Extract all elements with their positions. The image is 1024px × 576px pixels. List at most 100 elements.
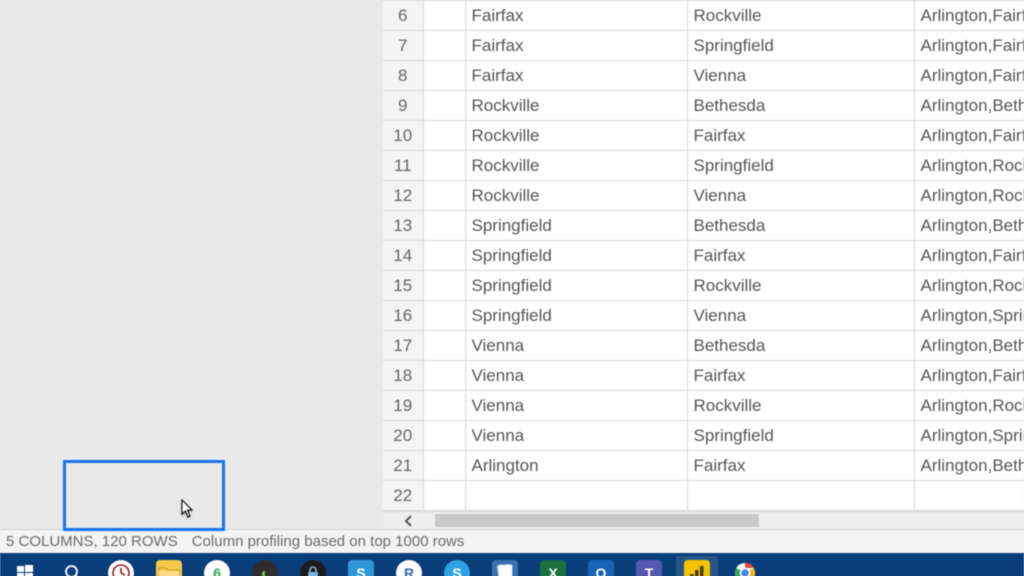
cell-col-a[interactable]: Fairfax [465,1,687,31]
table-row[interactable]: 8 FairfaxViennaArlington,Fairfa [383,61,1024,91]
cell-col-a[interactable]: Rockville [465,121,687,151]
table-row[interactable]: 7 FairfaxSpringfieldArlington,Fairfa [383,31,1024,61]
row-number[interactable]: 12 [383,181,423,211]
cell-col-b[interactable]: Bethesda [687,91,914,121]
row-number[interactable]: 9 [383,91,423,121]
power-bi-icon[interactable] [676,556,718,576]
cell-col-c[interactable]: Arlington,Fairfa [914,241,1024,271]
row-number[interactable]: 19 [383,391,423,421]
data-grid[interactable]: 6FairfaxRockvilleArlington,Fairfa7Fairfa… [383,0,1024,529]
cell-col-b[interactable]: Springfield [687,151,914,181]
table-row[interactable]: 12 RockvilleViennaArlington,Rockv [383,181,1024,211]
skype-icon[interactable]: S [436,556,478,576]
cell-col-a[interactable]: Vienna [465,361,687,391]
cell-col-b[interactable] [687,481,914,511]
cell-col-b[interactable]: Bethesda [687,331,914,361]
cell-col-c[interactable]: Arlington,Fairfa [914,1,1024,31]
cell-col-b[interactable]: Springfield [687,421,914,451]
cell-col-c[interactable]: Arlington,Rockv [914,151,1024,181]
table-row[interactable]: 19 ViennaRockvilleArlington,Rockv [383,391,1024,421]
cell-col-b[interactable]: Vienna [687,181,914,211]
row-number[interactable]: 13 [383,211,423,241]
cell-col-c[interactable]: Arlington,Rockv [914,271,1024,301]
row-number[interactable]: 18 [383,361,423,391]
cell-col-b[interactable]: Rockville [687,271,914,301]
scroll-thumb[interactable] [435,514,759,527]
cell-col-a[interactable]: Springfield [465,271,687,301]
row-number[interactable]: 16 [383,301,423,331]
scroll-left-button[interactable] [383,512,435,529]
cell-col-c[interactable]: Arlington,Rockv [914,181,1024,211]
scroll-track[interactable] [435,512,1024,529]
row-number[interactable]: 22 [383,481,423,511]
table-row[interactable]: 21 ArlingtonFairfaxArlington,Bethe [383,451,1024,481]
cell-col-a[interactable]: Springfield [465,241,687,271]
cell-col-c[interactable]: Arlington,Bethe [914,331,1024,361]
horizontal-scrollbar[interactable] [383,511,1024,529]
table-row[interactable]: 6 FairfaxRockvilleArlington,Fairfa [383,1,1024,31]
table-row[interactable]: 16 SpringfieldViennaArlington,Spring [383,301,1024,331]
search-icon[interactable] [52,556,94,576]
cell-col-a[interactable]: Arlington [465,451,687,481]
cell-col-a[interactable]: Rockville [465,91,687,121]
cell-col-a[interactable]: Rockville [465,181,687,211]
table-row[interactable]: 17 ViennaBethesdaArlington,Bethe [383,331,1024,361]
row-number[interactable]: 7 [383,31,423,61]
cell-col-c[interactable]: Arlington,Fairfa [914,61,1024,91]
row-number[interactable]: 8 [383,61,423,91]
row-number[interactable]: 6 [383,1,423,31]
cell-col-b[interactable]: Fairfax [687,121,914,151]
table-row[interactable]: 18ViennaFairfaxArlington,Fairfa [383,361,1024,391]
row-number[interactable]: 14 [383,241,423,271]
rstudio-icon[interactable]: R [388,556,430,576]
cell-col-c[interactable] [914,481,1024,511]
cell-col-b[interactable]: Bethesda [687,211,914,241]
teams-icon[interactable]: T [628,556,670,576]
table-row[interactable]: 14SpringfieldFairfaxArlington,Fairfa [383,241,1024,271]
table-row[interactable]: 15 SpringfieldRockvilleArlington,Rockv [383,271,1024,301]
keepass-icon[interactable] [292,556,334,576]
row-number[interactable]: 10 [383,121,423,151]
table-row[interactable]: 11RockvilleSpringfieldArlington,Rockv [383,151,1024,181]
table-row[interactable]: 9 RockvilleBethesdaArlington,Bethe [383,91,1024,121]
row-number[interactable]: 15 [383,271,423,301]
table-row[interactable]: 10 RockvilleFairfaxArlington,Fairfa [383,121,1024,151]
cell-col-b[interactable]: Vienna [687,61,914,91]
cell-col-a[interactable]: Vienna [465,331,687,361]
notes-app-icon[interactable] [484,556,526,576]
cell-col-c[interactable]: Arlington,Fairfa [914,121,1024,151]
cell-col-a[interactable]: Springfield [465,301,687,331]
cell-col-c[interactable]: Arlington,Spring [914,421,1024,451]
snagit-icon[interactable]: S [340,556,382,576]
file-explorer-icon[interactable] [148,556,190,576]
cell-col-c[interactable]: Arlington,Bethe [914,451,1024,481]
cell-col-c[interactable]: Arlington,Spring [914,301,1024,331]
cell-col-c[interactable]: Arlington,Rockv [914,391,1024,421]
cell-col-a[interactable] [465,481,687,511]
cell-col-a[interactable]: Vienna [465,421,687,451]
cell-col-a[interactable]: Fairfax [465,31,687,61]
cell-col-b[interactable]: Rockville [687,1,914,31]
status-profiling[interactable]: Column profiling based on top 1000 rows [192,533,465,550]
chrome-icon[interactable] [724,556,766,576]
cell-col-b[interactable]: Fairfax [687,451,914,481]
excel-icon[interactable]: X [532,556,574,576]
cell-col-b[interactable]: Rockville [687,391,914,421]
cell-col-c[interactable]: Arlington,Bethe [914,91,1024,121]
cell-col-b[interactable]: Vienna [687,301,914,331]
cell-col-c[interactable]: Arlington,Bethe [914,211,1024,241]
outlook-icon[interactable]: O [580,556,622,576]
cell-col-a[interactable]: Vienna [465,391,687,421]
cell-col-c[interactable]: Arlington,Fairfa [914,31,1024,61]
windows-taskbar[interactable]: 6◐SRSXOT [0,553,1024,576]
row-number[interactable]: 20 [383,421,423,451]
cell-col-a[interactable]: Springfield [465,211,687,241]
start-button[interactable] [4,556,46,576]
table-row[interactable]: 22 [383,481,1024,511]
row-number[interactable]: 17 [383,331,423,361]
row-number[interactable]: 11 [383,151,423,181]
cell-col-b[interactable]: Springfield [687,31,914,61]
cell-col-a[interactable]: Fairfax [465,61,687,91]
dragon-app-icon[interactable]: 6 [196,556,238,576]
row-number[interactable]: 21 [383,451,423,481]
